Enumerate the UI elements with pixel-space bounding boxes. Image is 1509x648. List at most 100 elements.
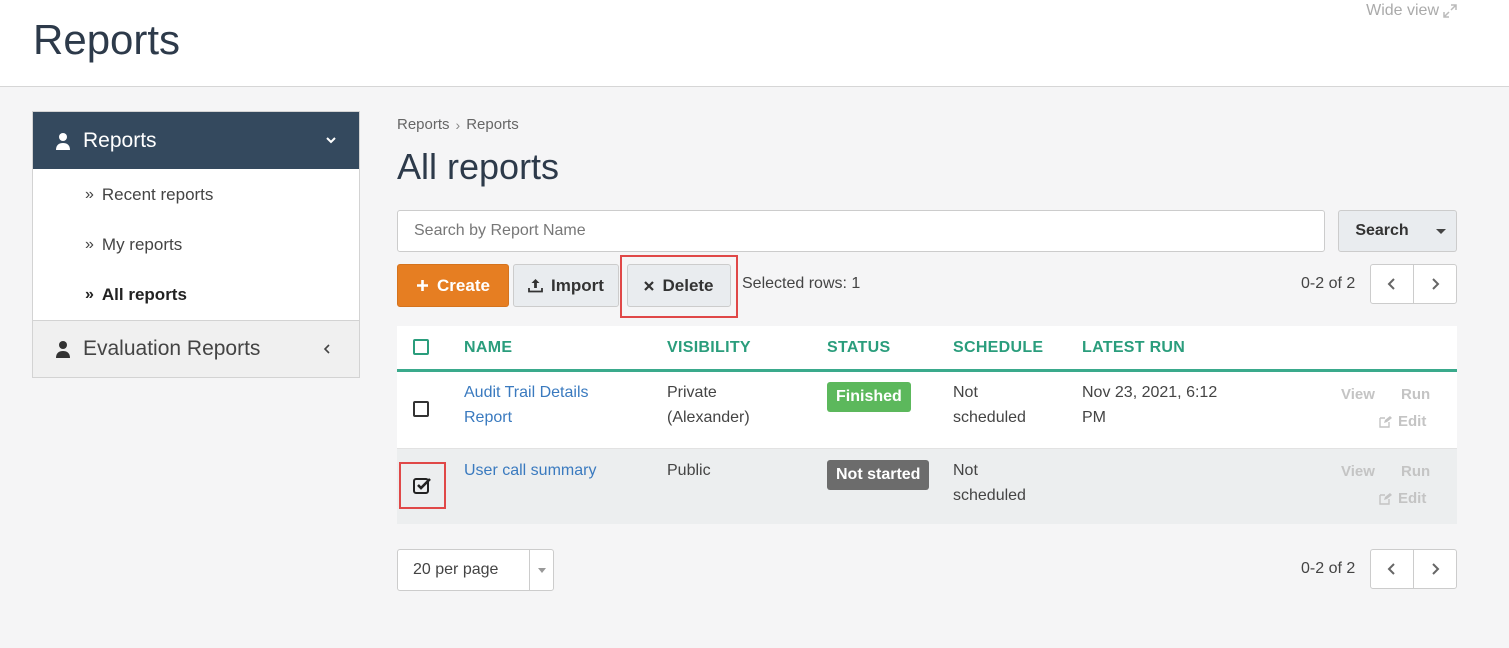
edit-action[interactable]: Edit <box>1378 413 1426 430</box>
report-name-line: User call summary <box>464 462 597 479</box>
visibility-line: Private <box>667 384 717 401</box>
search-button[interactable]: Search <box>1338 210 1426 252</box>
user-icon <box>56 341 70 358</box>
visibility-line: Public <box>667 462 711 479</box>
per-page-select[interactable]: 20 per page <box>397 549 554 591</box>
wide-view-toggle[interactable]: Wide view <box>1366 2 1457 20</box>
visibility-cell: Public <box>667 458 711 483</box>
report-name-line: Audit Trail Details <box>464 384 589 401</box>
edit-action[interactable]: Edit <box>1378 490 1426 507</box>
upload-icon <box>528 279 543 293</box>
row-checkbox-checked[interactable] <box>413 476 432 495</box>
chevron-down-icon <box>326 137 336 144</box>
latest-run-line: PM <box>1082 409 1106 426</box>
report-name-line: Report <box>464 409 513 426</box>
schedule-line: scheduled <box>953 409 1026 426</box>
plus-icon <box>417 280 429 291</box>
column-header-name[interactable]: NAME <box>464 339 512 357</box>
schedule-line: Not <box>953 384 978 401</box>
caret-down-icon <box>1435 228 1446 234</box>
sidebar-submenu: » Recent reports » My reports » All repo… <box>33 169 359 320</box>
top-bar: Reports Wide view <box>0 0 1509 87</box>
chevron-left-icon <box>1387 563 1395 575</box>
double-chevron-icon: » <box>85 285 94 303</box>
sidebar-item-all-reports[interactable]: » All reports <box>33 270 359 320</box>
schedule-cell: Not scheduled <box>953 458 1026 508</box>
breadcrumb-item[interactable]: Reports <box>397 116 450 133</box>
search-options-dropdown[interactable] <box>1425 210 1457 252</box>
chevron-left-icon <box>323 344 330 354</box>
sidebar-section-evaluation-reports[interactable]: Evaluation Reports <box>33 320 359 377</box>
previous-page-button[interactable] <box>1371 265 1413 303</box>
import-button[interactable]: Import <box>513 264 619 307</box>
next-page-button[interactable] <box>1413 550 1456 588</box>
schedule-cell: Not scheduled <box>953 380 1026 430</box>
delete-label: Delete <box>662 275 714 295</box>
import-label: Import <box>551 275 604 295</box>
run-action[interactable]: Run <box>1401 386 1430 403</box>
expand-icon <box>1443 4 1457 18</box>
per-page-dropdown-arrow <box>529 550 553 590</box>
column-header-status[interactable]: STATUS <box>827 339 890 357</box>
pagination-controls <box>1370 549 1457 589</box>
sidebar-item-label: My reports <box>101 234 183 254</box>
breadcrumb-item: Reports <box>466 116 519 133</box>
selected-rows-count: Selected rows: 1 <box>742 275 861 292</box>
chevron-right-icon <box>1432 278 1440 290</box>
previous-page-button[interactable] <box>1371 550 1413 588</box>
column-header-schedule[interactable]: SCHEDULE <box>953 339 1043 357</box>
view-action[interactable]: View <box>1341 386 1375 403</box>
page-title: Reports <box>33 16 181 63</box>
per-page-value: 20 per page <box>413 561 499 578</box>
sidebar-section-reports[interactable]: Reports <box>33 112 359 169</box>
table-row: Audit Trail Details Report Private (Alex… <box>397 372 1457 449</box>
sidebar-item-label: All reports <box>101 284 187 304</box>
schedule-line: scheduled <box>953 487 1026 504</box>
status-badge: Finished <box>827 382 911 412</box>
table-header: NAME VISIBILITY STATUS SCHEDULE LATEST R… <box>397 326 1457 372</box>
sidebar-item-recent-reports[interactable]: » Recent reports <box>33 170 359 220</box>
schedule-line: Not <box>953 462 978 479</box>
user-icon <box>56 132 70 150</box>
pagination-controls <box>1370 264 1457 304</box>
double-chevron-icon: » <box>85 185 94 203</box>
column-header-visibility[interactable]: VISIBILITY <box>667 339 751 357</box>
chevron-right-icon: › <box>455 116 461 133</box>
edit-label: Edit <box>1398 413 1427 430</box>
breadcrumb: Reports › Reports <box>397 116 519 133</box>
search-input[interactable] <box>397 210 1325 252</box>
sidebar-item-my-reports[interactable]: » My reports <box>33 220 359 270</box>
column-header-latest-run[interactable]: LATEST RUN <box>1082 339 1185 357</box>
pagination-info: 0-2 of 2 <box>1301 560 1356 577</box>
sidebar-item-label: Recent reports <box>101 184 214 204</box>
table-row: User call summary Public Not started Not… <box>397 449 1457 524</box>
next-page-button[interactable] <box>1413 265 1456 303</box>
run-action[interactable]: Run <box>1401 463 1430 480</box>
latest-run-line: Nov 23, 2021, 6:12 <box>1082 384 1218 401</box>
sidebar-section-label: Evaluation Reports <box>83 337 261 360</box>
reports-table: NAME VISIBILITY STATUS SCHEDULE LATEST R… <box>397 326 1457 524</box>
status-badge: Not started <box>827 460 930 490</box>
edit-icon <box>1379 415 1392 428</box>
report-name-link[interactable]: User call summary <box>464 458 596 483</box>
select-all-checkbox[interactable] <box>413 339 429 355</box>
create-label: Create <box>437 275 490 295</box>
visibility-line: (Alexander) <box>667 409 750 426</box>
main-title: All reports <box>397 146 560 187</box>
chevron-left-icon <box>1387 278 1395 290</box>
create-button[interactable]: Create <box>397 264 509 307</box>
close-icon <box>644 280 655 291</box>
delete-button[interactable]: Delete <box>627 264 731 307</box>
latest-run-cell: Nov 23, 2021, 6:12 PM <box>1082 380 1217 430</box>
row-checkbox[interactable] <box>413 401 429 417</box>
edit-label: Edit <box>1398 490 1427 507</box>
sidebar: Reports » Recent reports » My reports » … <box>32 111 360 378</box>
sidebar-section-label: Reports <box>83 128 157 152</box>
caret-down-icon <box>537 567 546 573</box>
view-action[interactable]: View <box>1341 463 1375 480</box>
double-chevron-icon: » <box>85 235 94 253</box>
report-name-link[interactable]: Audit Trail Details Report <box>464 380 589 430</box>
edit-icon <box>1379 492 1392 505</box>
visibility-cell: Private (Alexander) <box>667 380 750 430</box>
pagination-info: 0-2 of 2 <box>1301 275 1356 292</box>
